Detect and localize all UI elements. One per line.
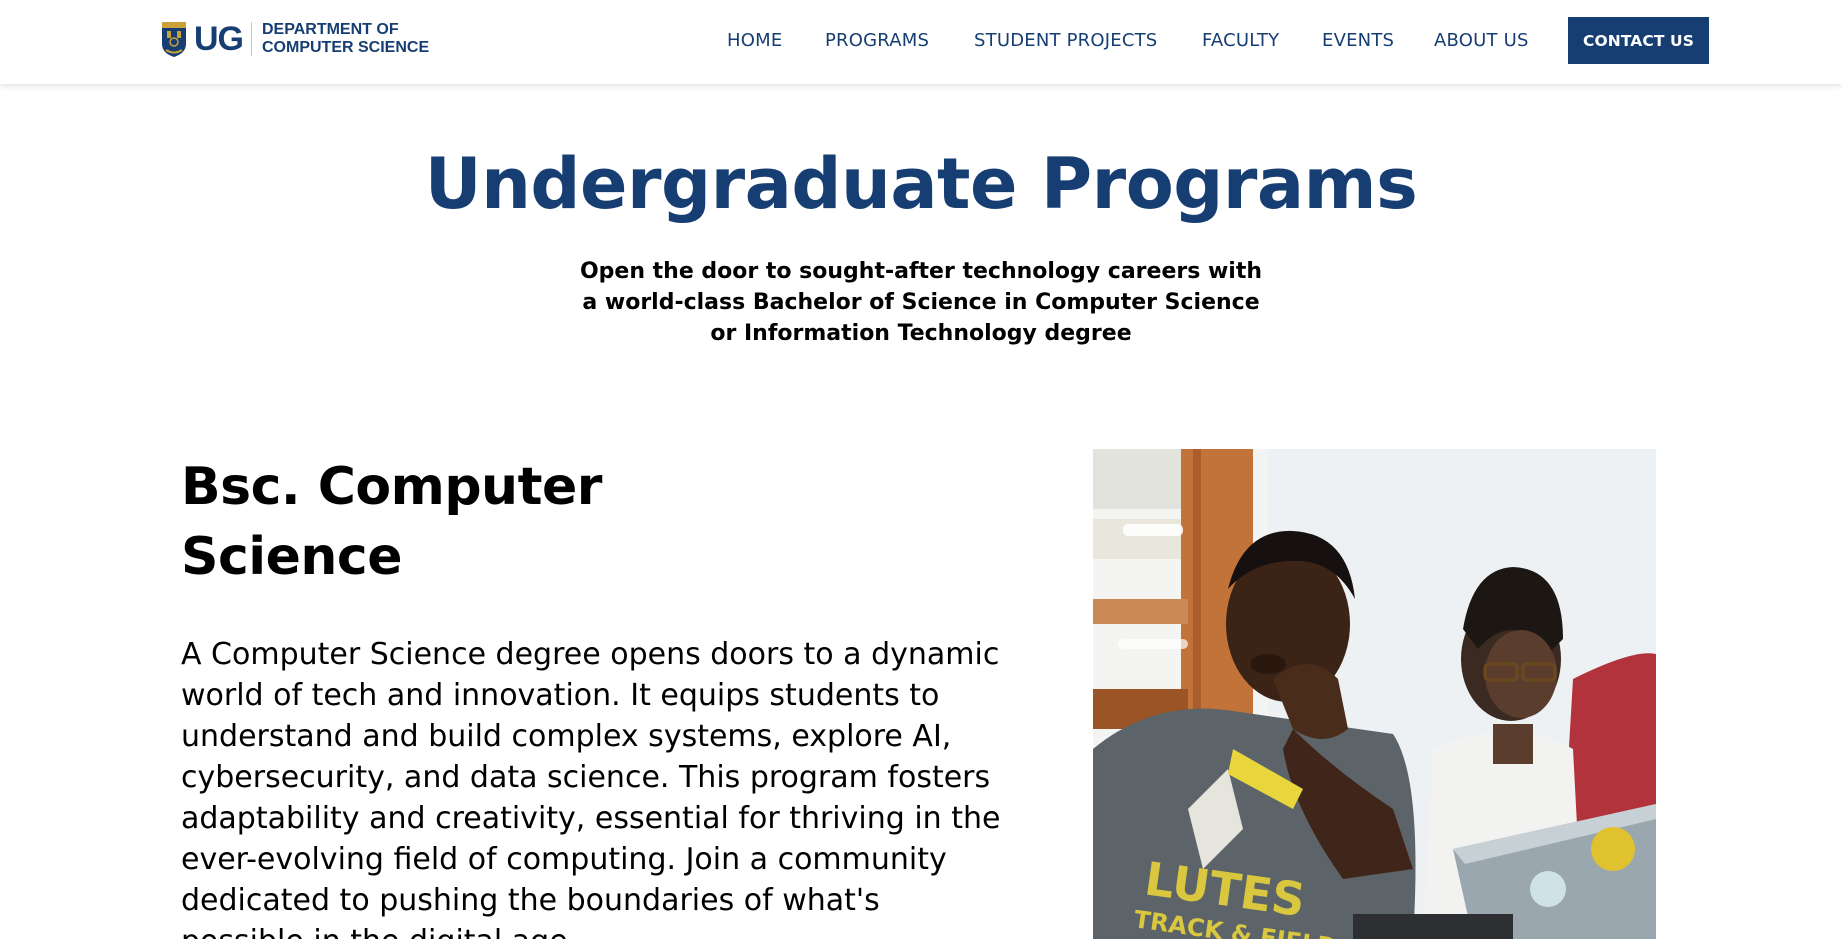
page-subtitle: Open the door to sought-after technology… bbox=[579, 259, 1263, 346]
logo-ug-text: UG bbox=[194, 20, 244, 58]
site-logo[interactable]: UG DEPARTMENT OF COMPUTER SCIENCE bbox=[160, 18, 429, 60]
program-title: Bsc. Computer Science bbox=[181, 457, 602, 587]
nav-item-programs[interactable]: PROGRAMS bbox=[825, 30, 929, 51]
contact-us-button[interactable]: CONTACT US bbox=[1568, 17, 1709, 64]
students-photo-illustration: LUTES TRACK & FIELD bbox=[1093, 449, 1656, 939]
nav-item-events[interactable]: EVENTS bbox=[1322, 30, 1394, 51]
nav-item-home[interactable]: HOME bbox=[727, 30, 782, 51]
logo-divider bbox=[251, 22, 252, 56]
students-photo: LUTES TRACK & FIELD bbox=[1093, 449, 1656, 939]
logo-dept-line2: COMPUTER SCIENCE bbox=[262, 39, 430, 56]
university-crest-icon bbox=[160, 20, 188, 58]
logo-department-text: DEPARTMENT OF COMPUTER SCIENCE bbox=[262, 21, 429, 57]
logo-dept-line1: DEPARTMENT OF bbox=[262, 21, 399, 38]
page-title: Undergraduate Programs bbox=[424, 143, 1418, 225]
site-header: UG DEPARTMENT OF COMPUTER SCIENCE HOME P… bbox=[0, 0, 1842, 84]
nav-item-faculty[interactable]: FACULTY bbox=[1202, 30, 1279, 51]
program-description: A Computer Science degree opens doors to… bbox=[181, 637, 1001, 939]
nav-item-about-us[interactable]: ABOUT US bbox=[1434, 30, 1529, 51]
nav-item-student-projects[interactable]: STUDENT PROJECTS bbox=[974, 30, 1157, 51]
